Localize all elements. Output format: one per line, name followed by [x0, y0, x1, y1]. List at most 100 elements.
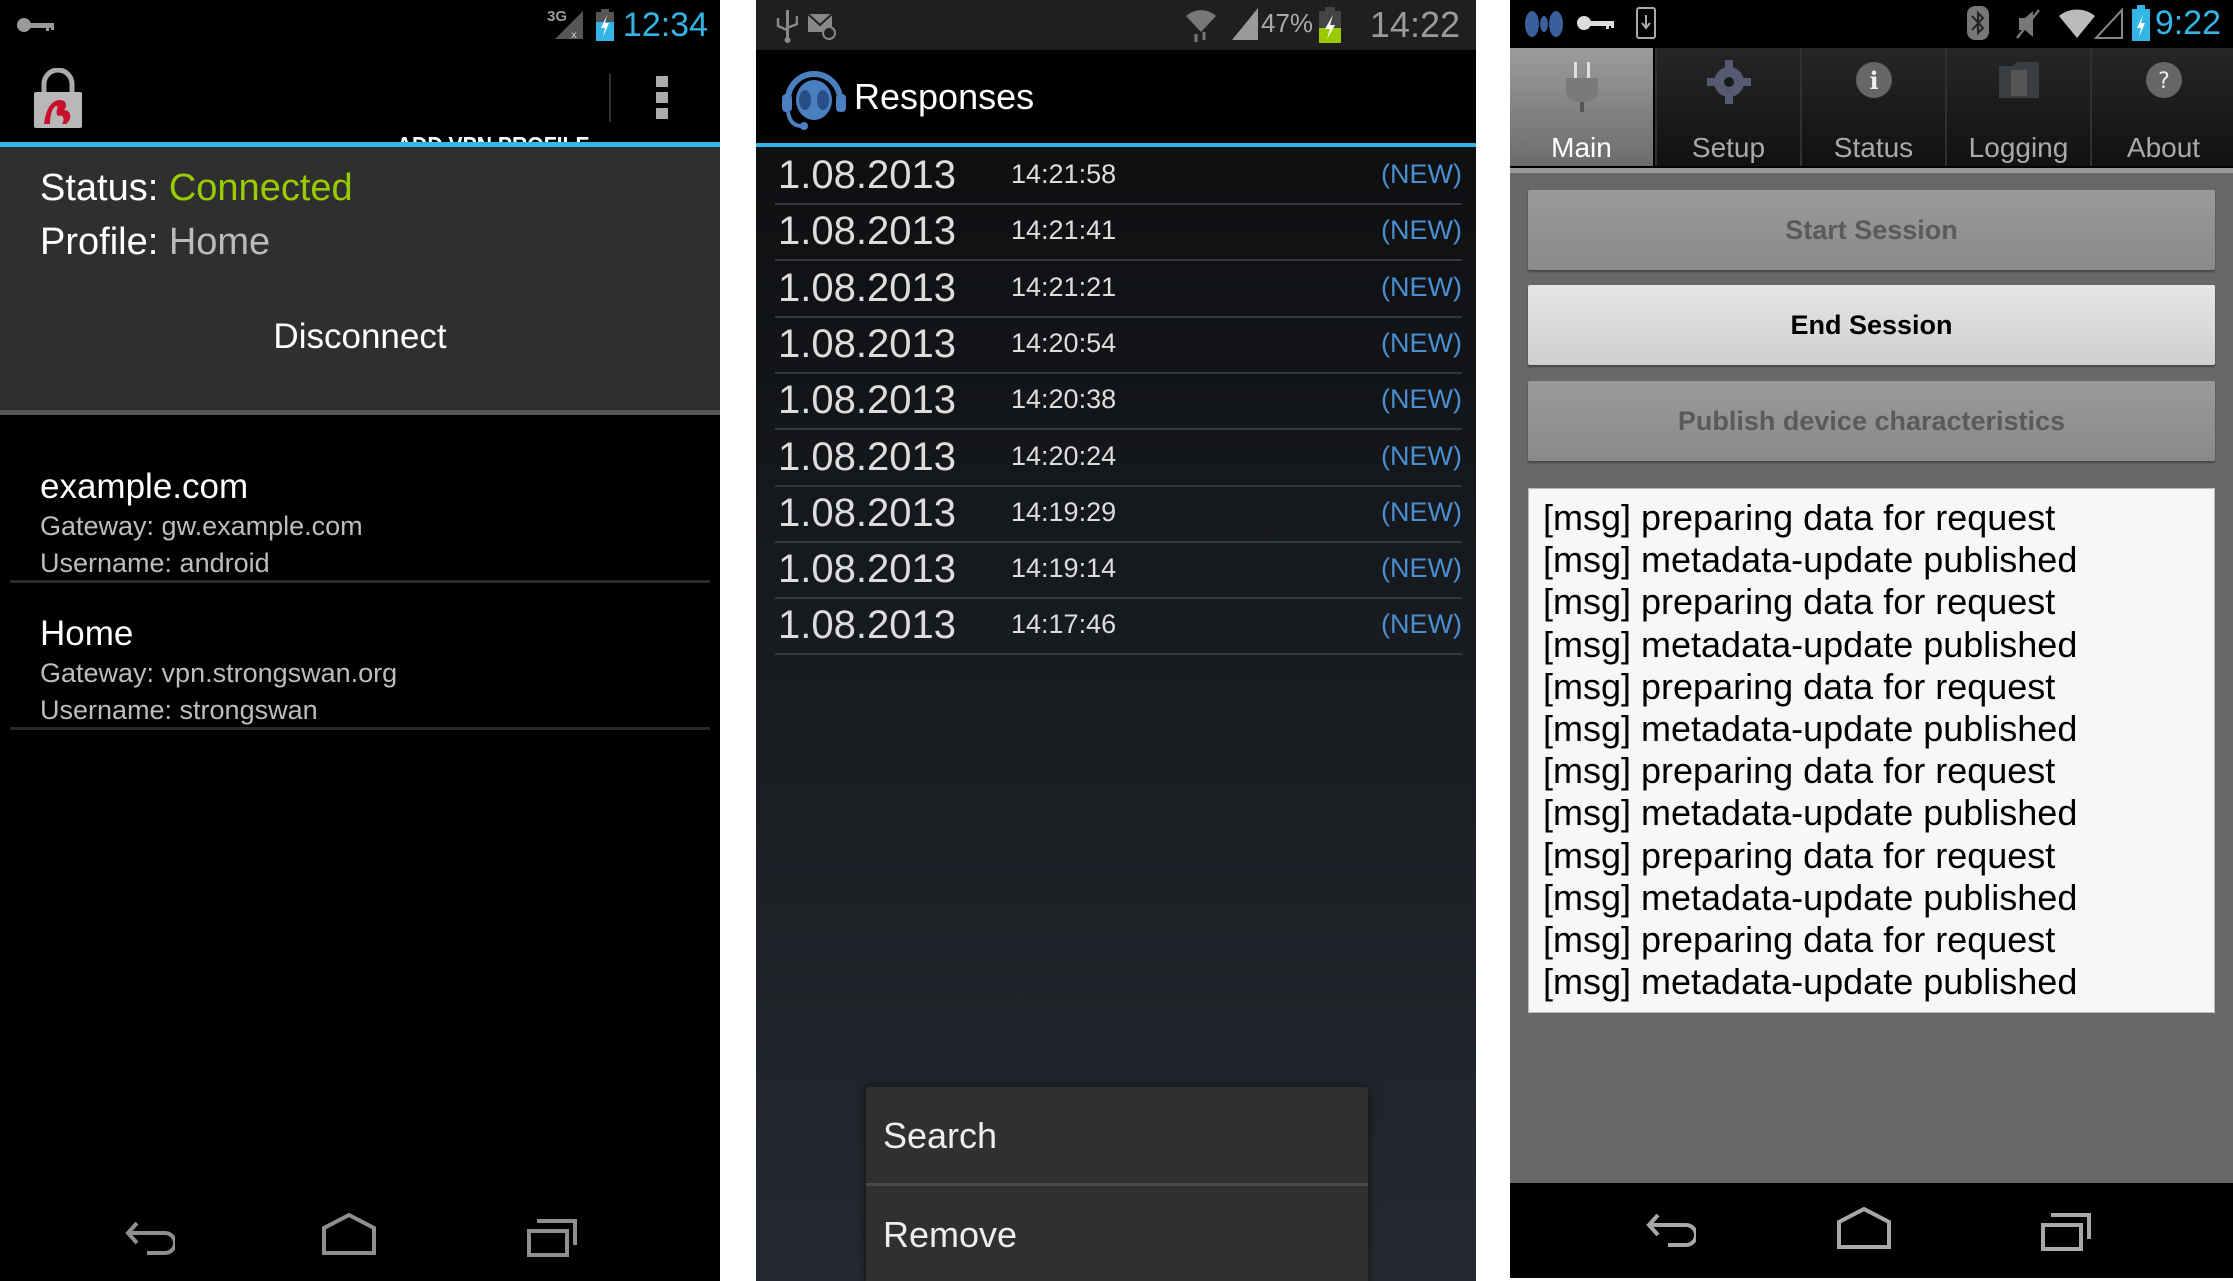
recent-apps-icon[interactable]: [527, 1217, 579, 1257]
app-icon: [1525, 11, 1563, 37]
response-time: 14:19:29: [1011, 496, 1117, 527]
status-label: Status:: [40, 167, 169, 209]
wifi-icon: [1186, 10, 1216, 42]
responses-app-icon[interactable]: [780, 64, 848, 132]
help-icon: ?: [2145, 62, 2182, 98]
end-session-button[interactable]: End Session: [1528, 285, 2215, 365]
profile-username: Username: strongswan: [40, 695, 318, 725]
tab-bar: Main Setup i Status Logging ? About: [1510, 48, 2233, 168]
profile-gateway: Gateway: gw.example.com: [40, 511, 363, 541]
action-bar: ADD VPN PROFILE: [0, 50, 720, 158]
menu-item-label: Search: [883, 1115, 998, 1156]
profile-value: Home: [168, 221, 271, 263]
response-date: 1.08.2013: [778, 490, 956, 535]
response-row[interactable]: 1.08.2013 14:17:46 (NEW): [775, 597, 1462, 656]
email-icon: [808, 13, 836, 40]
key-icon: [17, 18, 54, 32]
back-icon[interactable]: [125, 1221, 175, 1257]
recent-apps-icon[interactable]: [2041, 1211, 2093, 1251]
response-row[interactable]: 1.08.2013 14:21:21 (NEW): [775, 260, 1462, 318]
connection-status-panel: Status: Connected Profile: Home Disconne…: [0, 147, 720, 415]
tab-logging[interactable]: Logging: [1945, 48, 2090, 166]
profile-name: Home: [40, 614, 134, 653]
response-time: 14:21:41: [1011, 215, 1117, 246]
home-icon[interactable]: [322, 1213, 376, 1255]
response-row[interactable]: 1.08.2013 14:19:29 (NEW): [775, 485, 1462, 543]
profile-username: Username: android: [40, 548, 270, 578]
tab-main[interactable]: Main: [1510, 48, 1653, 166]
overflow-menu-icon[interactable]: [656, 76, 668, 120]
log-line: [msg] metadata-update published: [1543, 539, 2078, 581]
new-badge: (NEW): [1381, 440, 1462, 471]
home-icon[interactable]: [1837, 1207, 1891, 1249]
log-line: [msg] preparing data for request: [1543, 919, 2056, 961]
log-line: [msg] metadata-update published: [1543, 708, 2078, 750]
log-line: [msg] preparing data for request: [1543, 581, 2056, 623]
mute-icon: [2016, 9, 2040, 39]
response-row[interactable]: 1.08.2013 14:21:41 (NEW): [775, 203, 1462, 262]
session-client-screen: 9:22 Main Setup i Status Logging ? About…: [1510, 0, 2233, 1278]
new-badge: (NEW): [1381, 496, 1462, 527]
log-line: [msg] metadata-update published: [1543, 961, 2078, 1003]
profile-row: Profile: Home: [40, 221, 270, 264]
action-bar-divider: [609, 74, 611, 122]
navigation-bar: [0, 1181, 720, 1281]
response-row[interactable]: 1.08.2013 14:20:54 (NEW): [775, 316, 1462, 374]
strongswan-lock-icon[interactable]: [32, 68, 84, 128]
vpn-profile-item[interactable]: example.com Gateway: gw.example.com User…: [10, 435, 710, 583]
log-line: [msg] metadata-update published: [1543, 623, 2078, 665]
response-time: 14:21:21: [1011, 271, 1117, 302]
context-menu-search[interactable]: Search: [866, 1087, 1368, 1183]
tab-label: Status: [1833, 132, 1914, 163]
plug-icon: [1565, 62, 1598, 112]
response-date: 1.08.2013: [778, 378, 956, 423]
context-menu: Search Remove: [866, 1087, 1368, 1281]
response-date: 1.08.2013: [778, 547, 956, 592]
menu-item-label: Remove: [883, 1214, 1018, 1255]
new-badge: (NEW): [1381, 327, 1462, 358]
log-line: [msg] metadata-update published: [1543, 876, 2078, 918]
svg-text:i: i: [1869, 66, 1878, 95]
response-date: 1.08.2013: [778, 434, 956, 479]
publish-device-characteristics-button[interactable]: Publish device characteristics: [1528, 381, 2215, 461]
new-badge: (NEW): [1381, 384, 1462, 415]
tab-setup[interactable]: Setup: [1655, 48, 1800, 166]
log-line: [msg] metadata-update published: [1543, 792, 2078, 834]
profile-label: Profile:: [40, 221, 169, 263]
tab-status[interactable]: i Status: [1800, 48, 1945, 166]
status-bar: 9:22: [1510, 0, 2233, 48]
tab-label: Setup: [1691, 132, 1766, 163]
back-icon[interactable]: [1646, 1213, 1696, 1249]
tab-label: About: [2126, 132, 2201, 163]
response-date: 1.08.2013: [778, 265, 956, 310]
folder-icon: [1998, 62, 2039, 98]
new-badge: (NEW): [1381, 159, 1462, 189]
signal-icon: [1232, 8, 1258, 40]
svg-text:x: x: [571, 30, 577, 41]
context-menu-remove[interactable]: Remove: [866, 1186, 1368, 1281]
tab-about[interactable]: ? About: [2090, 48, 2233, 166]
responses-screen: 47% 14:22 Responses 1.08.2013 14:21:58 (NE…: [756, 0, 1476, 1281]
response-time: 14:20:38: [1011, 384, 1117, 415]
profile-gateway: Gateway: vpn.strongswan.org: [40, 658, 398, 688]
status-row: Status: Connected: [40, 167, 353, 210]
response-row[interactable]: 1.08.2013 14:20:38 (NEW): [775, 372, 1462, 431]
tab-label: Logging: [1968, 132, 2069, 163]
status-bar: 3G x 12:34: [0, 0, 720, 50]
vpn-profile-item[interactable]: Home Gateway: vpn.strongswan.org Usernam…: [10, 582, 710, 730]
new-badge: (NEW): [1381, 609, 1462, 640]
tab-underline: [1510, 168, 2233, 173]
response-row[interactable]: 1.08.2013 14:20:24 (NEW): [775, 429, 1462, 487]
disconnect-button[interactable]: Disconnect: [0, 317, 720, 357]
response-row[interactable]: 1.08.2013 14:21:58 (NEW): [775, 147, 1462, 205]
new-badge: (NEW): [1381, 215, 1462, 246]
start-session-button[interactable]: Start Session: [1528, 190, 2215, 270]
response-time: 14:20:24: [1011, 440, 1117, 471]
tab-label: Main: [1551, 132, 1612, 163]
response-time: 14:17:46: [1011, 609, 1117, 640]
response-date: 1.08.2013: [778, 603, 956, 648]
signal-3g-icon: x: [555, 11, 583, 41]
response-row[interactable]: 1.08.2013 14:19:14 (NEW): [775, 541, 1462, 600]
log-line: [msg] preparing data for request: [1543, 665, 2056, 707]
response-date: 1.08.2013: [778, 321, 956, 366]
